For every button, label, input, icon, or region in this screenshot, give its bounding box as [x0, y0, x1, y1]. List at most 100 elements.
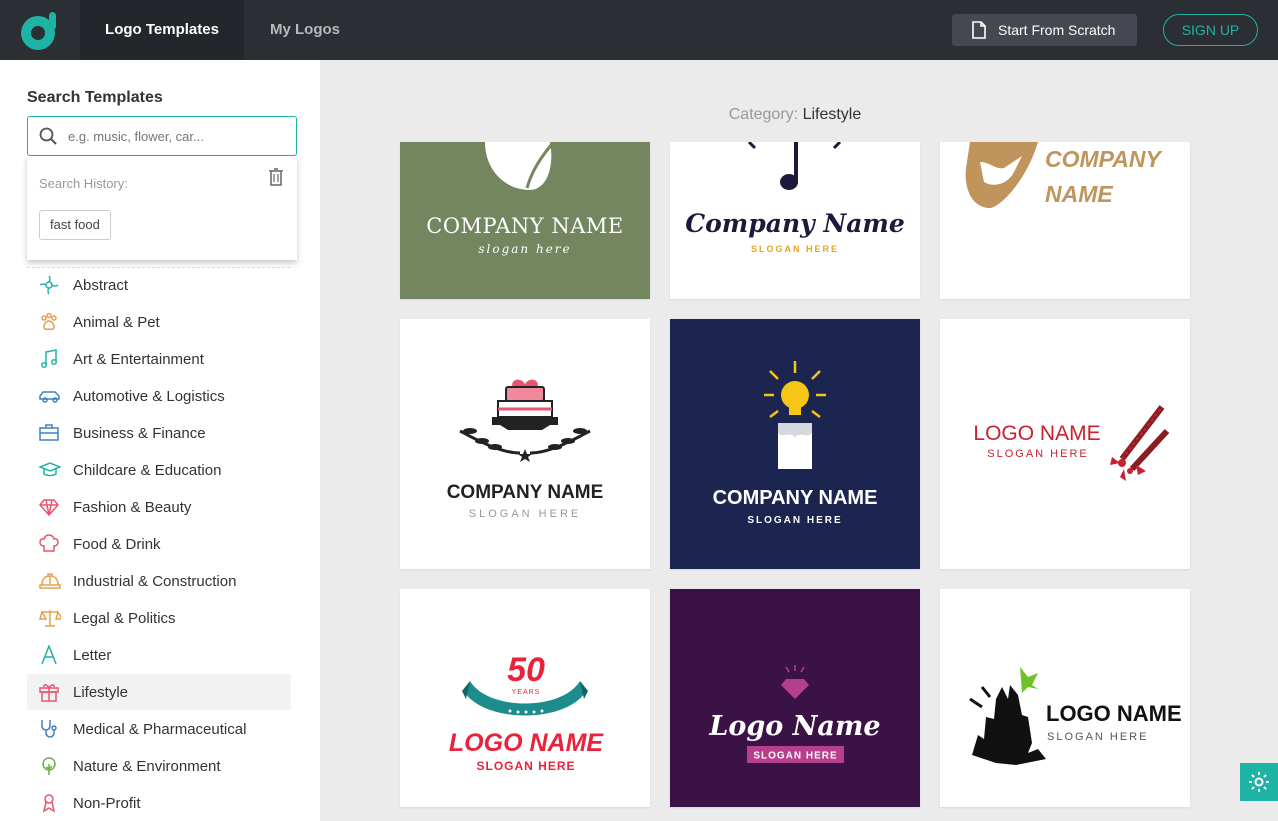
- paw-icon: [41, 312, 57, 331]
- template-name-line1: COMPANY: [1045, 146, 1164, 172]
- document-icon: [972, 21, 986, 39]
- category-prefix: Category:: [728, 106, 799, 123]
- category-label: Fashion & Beauty: [73, 498, 192, 516]
- template-thumbnail: LOGO NAME SLOGAN HERE: [973, 405, 1170, 481]
- category-business-finance[interactable]: Business & Finance: [27, 415, 291, 451]
- template-thumbnail: 50 YEARS LOGO NAME SLOGAN HERE: [449, 651, 604, 773]
- tab-my-logos[interactable]: My Logos: [244, 0, 366, 60]
- sign-up-button[interactable]: SIGN UP: [1163, 14, 1258, 46]
- category-animal-pet[interactable]: Animal & Pet: [27, 304, 291, 340]
- category-name: Lifestyle: [802, 106, 862, 123]
- template-name: LOGO NAME: [1046, 701, 1182, 726]
- gift-icon: [39, 684, 59, 702]
- template-name: COMPANY NAME: [713, 487, 878, 509]
- template-card[interactable]: COMPANY NAME SLOGAN HERE: [400, 319, 650, 569]
- category-letter[interactable]: Letter: [27, 637, 291, 673]
- template-name: COMPANY NAME: [426, 214, 623, 238]
- category-label: Lifestyle: [73, 683, 129, 701]
- letter-a-icon: [41, 645, 57, 665]
- search-box[interactable]: [27, 116, 297, 156]
- category-food-drink[interactable]: Food & Drink: [27, 526, 291, 562]
- diamond-icon: [39, 499, 59, 517]
- category-label: Letter: [73, 646, 112, 664]
- app-logo-icon[interactable]: [20, 11, 60, 51]
- template-card[interactable]: 50 YEARS LOGO NAME SLOGAN HERE: [400, 589, 650, 807]
- category-art-entertainment[interactable]: Art & Entertainment: [27, 341, 291, 377]
- category-label: Art & Entertainment: [73, 350, 204, 368]
- gear-icon: [1249, 772, 1269, 792]
- template-slogan: slogan here: [478, 242, 571, 256]
- start-from-scratch-button[interactable]: Start From Scratch: [952, 14, 1137, 46]
- category-label: Automotive & Logistics: [73, 387, 225, 405]
- template-slogan: SLOGAN HERE: [987, 448, 1088, 460]
- graduation-cap-icon: [39, 462, 61, 477]
- template-thumbnail: Logo Name SLOGAN HERE: [708, 665, 881, 763]
- template-card[interactable]: Company Name SLOGAN HERE: [670, 142, 920, 299]
- category-label: Industrial & Construction: [73, 572, 237, 590]
- template-thumbnail: COMPANY NAME SLOGAN HERE: [447, 379, 603, 520]
- hard-hat-icon: [39, 573, 61, 589]
- search-history-dropdown: Search History: fast food: [27, 156, 297, 260]
- category-abstract[interactable]: Abstract: [27, 267, 291, 303]
- search-history-label: Search History:: [39, 176, 128, 191]
- car-icon: [39, 391, 60, 403]
- template-name: LOGO NAME: [973, 422, 1100, 445]
- template-card[interactable]: COMPANY NAME slogan here: [400, 142, 650, 299]
- category-label: Nature & Environment: [73, 757, 221, 775]
- tree-icon: [42, 757, 56, 775]
- template-card[interactable]: COMPANY NAME: [940, 142, 1190, 299]
- template-thumbnail: COMPANY NAME slogan here: [426, 142, 623, 256]
- music-note-icon: [40, 349, 58, 369]
- category-label: Legal & Politics: [73, 609, 176, 627]
- template-thumbnail: LOGO NAME SLOGAN HERE: [969, 667, 1182, 765]
- start-from-scratch-label: Start From Scratch: [998, 22, 1116, 38]
- category-nature[interactable]: Nature & Environment: [27, 748, 291, 784]
- tab-logo-templates[interactable]: Logo Templates: [80, 0, 244, 60]
- trash-icon[interactable]: [268, 168, 284, 186]
- template-thumbnail: Company Name SLOGAN HERE: [685, 142, 905, 254]
- search-input[interactable]: [68, 125, 288, 147]
- stethoscope-icon: [41, 720, 57, 738]
- category-medical[interactable]: Medical & Pharmaceutical: [27, 711, 291, 747]
- settings-button[interactable]: [1240, 763, 1278, 801]
- main-content: Category: Lifestyle COMPANY NAME slogan …: [320, 60, 1278, 821]
- category-label: Non-Profit: [73, 794, 141, 812]
- template-years: YEARS: [512, 689, 541, 696]
- category-automotive[interactable]: Automotive & Logistics: [27, 378, 291, 414]
- category-legal-politics[interactable]: Legal & Politics: [27, 600, 291, 636]
- template-card[interactable]: Logo Name SLOGAN HERE: [670, 589, 920, 807]
- template-slogan: SLOGAN HERE: [751, 244, 839, 254]
- scales-icon: [39, 610, 61, 627]
- category-label: Childcare & Education: [73, 461, 222, 479]
- template-card[interactable]: LOGO NAME SLOGAN HERE: [940, 319, 1190, 569]
- template-number: 50: [507, 651, 545, 689]
- search-title: Search Templates: [27, 89, 163, 106]
- template-card[interactable]: COMPANY NAME SLOGAN HERE: [670, 319, 920, 569]
- category-heading: Category: Lifestyle: [320, 106, 1270, 124]
- category-label: Medical & Pharmaceutical: [73, 720, 247, 738]
- category-fashion-beauty[interactable]: Fashion & Beauty: [27, 489, 291, 525]
- template-slogan: SLOGAN HERE: [469, 508, 581, 520]
- sidebar: Search Templates Search History: fast fo…: [0, 60, 320, 821]
- template-name-line2: NAME: [1045, 181, 1113, 207]
- chef-hat-icon: [39, 534, 59, 552]
- template-thumbnail: COMPANY NAME: [965, 142, 1164, 209]
- category-childcare-education[interactable]: Childcare & Education: [27, 452, 291, 488]
- category-industrial[interactable]: Industrial & Construction: [27, 563, 291, 599]
- template-slogan: SLOGAN HERE: [747, 515, 842, 526]
- template-card[interactable]: LOGO NAME SLOGAN HERE: [940, 589, 1190, 807]
- search-icon: [39, 127, 57, 145]
- briefcase-icon: [39, 424, 59, 441]
- abstract-icon: [39, 275, 59, 295]
- template-slogan: SLOGAN HERE: [1047, 731, 1148, 743]
- category-lifestyle[interactable]: Lifestyle: [27, 674, 291, 710]
- template-name: LOGO NAME: [449, 729, 604, 757]
- template-thumbnail: COMPANY NAME SLOGAN HERE: [713, 361, 878, 526]
- top-bar: Logo Templates My Logos Start From Scrat…: [0, 0, 1278, 60]
- category-label: Animal & Pet: [73, 313, 160, 331]
- category-label: Abstract: [73, 276, 129, 294]
- template-name: Company Name: [685, 209, 905, 238]
- history-chip[interactable]: fast food: [39, 210, 111, 240]
- category-non-profit[interactable]: Non-Profit: [27, 785, 291, 821]
- template-name: Logo Name: [708, 711, 880, 742]
